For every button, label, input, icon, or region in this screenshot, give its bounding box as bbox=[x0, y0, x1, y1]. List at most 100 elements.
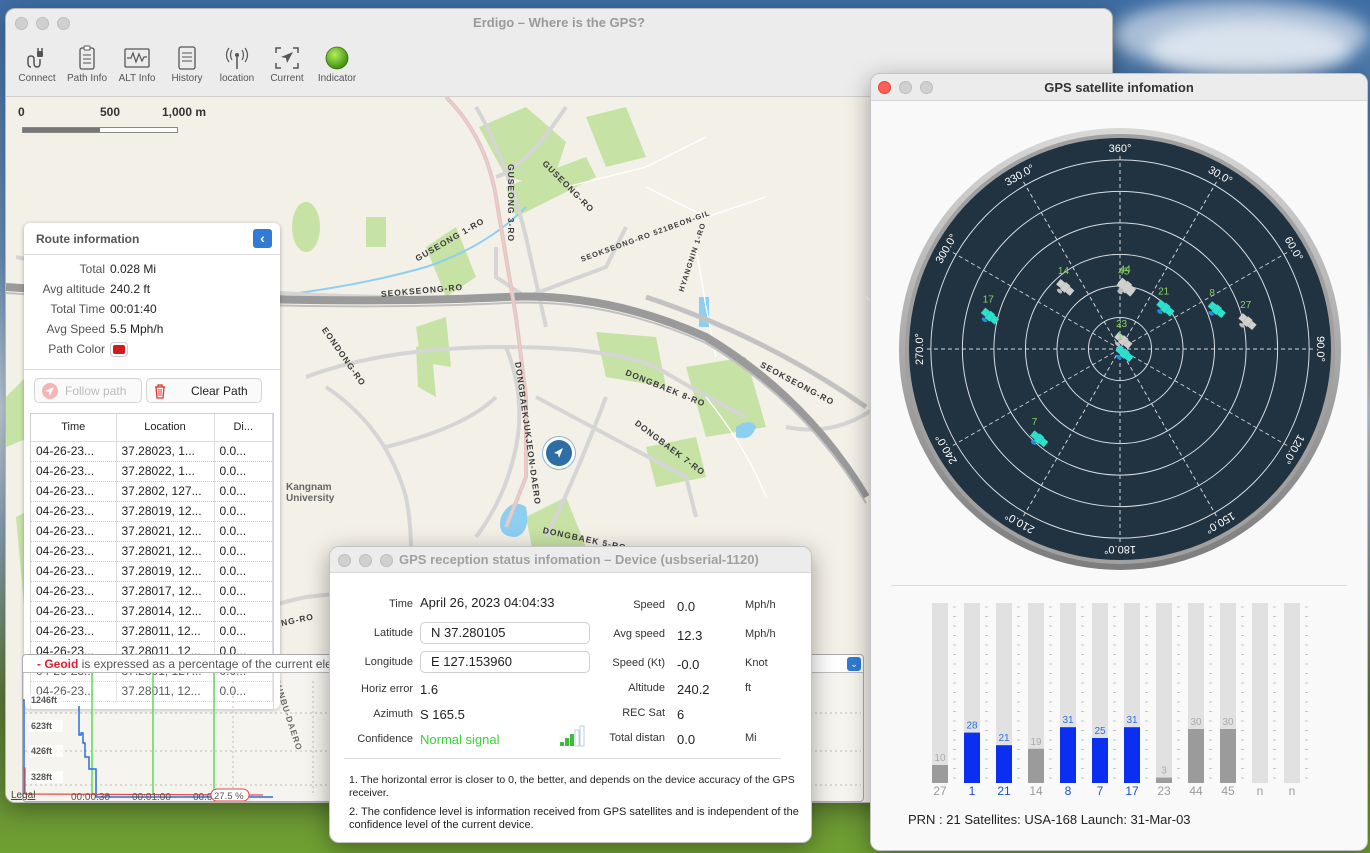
prn-info: PRN : 21 Satellites: USA-168 Launch: 31-… bbox=[908, 812, 1191, 827]
speed-kt-value: -0.0 bbox=[677, 657, 700, 672]
confidence-label: Confidence bbox=[357, 733, 413, 745]
prn-label: 8 bbox=[1065, 784, 1072, 798]
route-stat-avg-altitude: Avg altitude 240.2 ft bbox=[24, 279, 280, 299]
avg-speed-unit: Mph/h bbox=[745, 628, 776, 640]
location-button[interactable]: location bbox=[212, 39, 262, 96]
longitude-label: Longitude bbox=[364, 656, 413, 668]
zoom-button[interactable] bbox=[380, 554, 393, 567]
close-button[interactable] bbox=[15, 17, 28, 30]
path-color-picker[interactable] bbox=[110, 342, 128, 357]
table-row[interactable]: 04-26-23... 37.28019, 12... 0.0... bbox=[31, 501, 273, 522]
geoid-percent: 27.5 % bbox=[214, 791, 244, 802]
cell-distance: 0.0... bbox=[214, 521, 273, 542]
y-tick-label: 623ft bbox=[31, 721, 52, 731]
stat-key: Total Time bbox=[50, 302, 105, 316]
total-distance-label: Total distan bbox=[609, 732, 665, 744]
satellite-titlebar: GPS satellite infomation bbox=[871, 74, 1367, 101]
table-row[interactable]: 04-26-23... 37.28014, 12... 0.0... bbox=[31, 601, 273, 622]
satellite-prn-label: 23 bbox=[1116, 319, 1128, 330]
snr-bar bbox=[1156, 777, 1172, 783]
cell-distance: 0.0... bbox=[214, 561, 273, 582]
cell-location: 37.28021, 12... bbox=[116, 541, 215, 562]
time-label: Time bbox=[388, 598, 413, 610]
snr-value-label: 3 bbox=[1161, 766, 1167, 777]
satellite-snr-chart: 10 27 28 1 21 21 19 14 31 8 25 7 31 17 3 23 30 44 30 45 n n bbox=[932, 603, 1308, 798]
snr-value-label: 31 bbox=[1126, 715, 1138, 726]
avg-speed-value: 12.3 bbox=[677, 628, 703, 643]
current-location-marker[interactable] bbox=[543, 437, 575, 469]
satellite-prn-label: 44 bbox=[1120, 265, 1132, 276]
alt-info-button[interactable]: ALT Info bbox=[112, 39, 162, 96]
note-confidence: 2. The confidence level is information r… bbox=[349, 806, 799, 831]
minimize-button[interactable] bbox=[899, 81, 912, 94]
route-stat-avg-speed: Avg Speed 5.5 Mph/h bbox=[24, 319, 280, 339]
column-header-distance[interactable]: Di... bbox=[214, 414, 273, 442]
snr-value-label: 31 bbox=[1062, 715, 1074, 726]
geoid-label: - Geoid bbox=[37, 657, 79, 671]
satellite-prn-label: 21 bbox=[1158, 286, 1170, 297]
table-row[interactable]: 04-26-23... 37.28023, 1... 0.0... bbox=[31, 441, 273, 462]
minimize-button[interactable] bbox=[359, 554, 372, 567]
prn-label: 27 bbox=[933, 784, 947, 798]
speed-label: Speed bbox=[633, 599, 665, 611]
close-button[interactable] bbox=[878, 81, 891, 94]
table-row[interactable]: 04-26-23... 37.28017, 12... 0.0... bbox=[31, 581, 273, 602]
table-row[interactable]: 04-26-23... 37.28019, 12... 0.0... bbox=[31, 561, 273, 582]
collapse-panel-button[interactable]: ‹ bbox=[253, 229, 272, 248]
elevation-dropdown-button[interactable]: ⌄ bbox=[847, 657, 861, 671]
table-row[interactable]: 04-26-23... 37.2802, 127... 0.0... bbox=[31, 481, 273, 502]
cell-time: 04-26-23... bbox=[31, 601, 117, 622]
y-tick-label: 426ft bbox=[31, 746, 52, 756]
indicator-button[interactable]: Indicator bbox=[312, 39, 362, 96]
window-controls bbox=[338, 554, 393, 567]
x-tick-label: 00:00:30 bbox=[71, 792, 110, 802]
prn-label: n bbox=[1289, 784, 1296, 798]
signal-bar-filled bbox=[560, 742, 564, 746]
cell-distance: 0.0... bbox=[214, 581, 273, 602]
path-color-row: Path Color bbox=[24, 339, 280, 363]
follow-path-button[interactable]: Follow path bbox=[34, 378, 142, 403]
poi-kangnam-university[interactable]: Kangnam University bbox=[286, 482, 334, 504]
cell-location: 37.28022, 1... bbox=[116, 461, 215, 482]
cell-location: 37.2802, 127... bbox=[116, 481, 215, 502]
table-row[interactable]: 04-26-23... 37.28021, 12... 0.0... bbox=[31, 521, 273, 542]
waveform-icon bbox=[124, 48, 150, 68]
snr-bar bbox=[1092, 738, 1108, 783]
table-row[interactable]: 04-26-23... 37.28021, 12... 0.0... bbox=[31, 541, 273, 562]
cell-time: 04-26-23... bbox=[31, 621, 117, 642]
prn-label: 44 bbox=[1189, 784, 1203, 798]
prn-label: 45 bbox=[1221, 784, 1235, 798]
close-button[interactable] bbox=[338, 554, 351, 567]
snr-bar bbox=[1220, 729, 1236, 783]
column-header-time[interactable]: Time bbox=[31, 414, 117, 442]
longitude-field[interactable]: E 127.153960 bbox=[420, 651, 590, 673]
chevron-down-icon: ⌄ bbox=[850, 659, 858, 669]
connect-button[interactable]: Connect bbox=[12, 39, 62, 96]
speed-unit: Mph/h bbox=[745, 599, 776, 611]
snr-bar-track bbox=[1284, 603, 1300, 783]
clear-path-button[interactable]: Clear Path bbox=[146, 378, 262, 403]
history-button[interactable]: History bbox=[162, 39, 212, 96]
divider bbox=[891, 585, 1347, 586]
divider bbox=[344, 758, 781, 759]
table-row[interactable]: 04-26-23... 37.28022, 1... 0.0... bbox=[31, 461, 273, 482]
zoom-button[interactable] bbox=[57, 17, 70, 30]
minimize-button[interactable] bbox=[36, 17, 49, 30]
avg-speed-label: Avg speed bbox=[613, 628, 665, 640]
cell-time: 04-26-23... bbox=[31, 461, 117, 482]
snr-bar bbox=[996, 745, 1012, 783]
table-row[interactable]: 04-26-23... 37.28011, 12... 0.0... bbox=[31, 621, 273, 642]
path-info-button[interactable]: Path Info bbox=[62, 39, 112, 96]
current-button[interactable]: Current bbox=[262, 39, 312, 96]
column-header-location[interactable]: Location bbox=[116, 414, 215, 442]
zoom-button[interactable] bbox=[920, 81, 933, 94]
latitude-field[interactable]: N 37.280105 bbox=[420, 622, 590, 644]
azimuth-value: S 165.5 bbox=[420, 707, 465, 722]
cell-location: 37.28011, 12... bbox=[116, 621, 215, 642]
cell-time: 04-26-23... bbox=[31, 521, 117, 542]
cell-distance: 0.0... bbox=[214, 481, 273, 502]
prn-label: 7 bbox=[1097, 784, 1104, 798]
legal-link[interactable]: Legal bbox=[11, 790, 35, 801]
snr-bar bbox=[964, 732, 980, 783]
satellite-sky-plot: 360°30.0°60.0°90.0°120.0°150.0°180.0°210… bbox=[899, 128, 1341, 570]
